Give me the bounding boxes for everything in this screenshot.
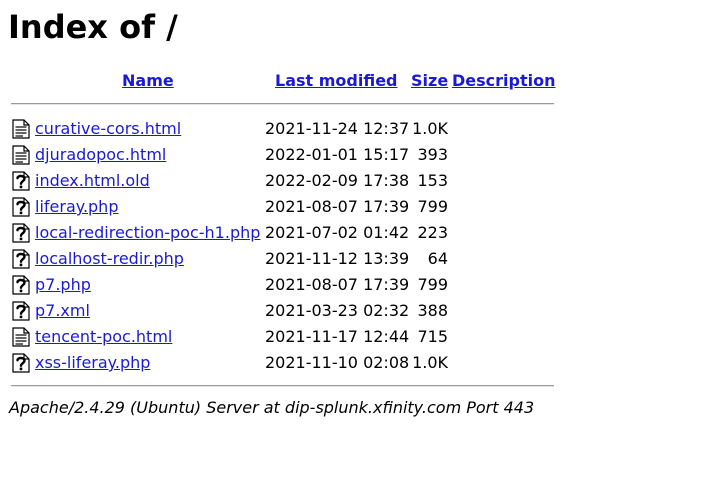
file-link[interactable]: localhost-redir.php: [35, 246, 184, 272]
sort-by-last-modified-link[interactable]: Last modified: [275, 71, 398, 90]
size-cell: 388: [417, 301, 448, 320]
text-file-icon: [11, 145, 31, 165]
header-size: Size: [411, 66, 448, 96]
last-modified-cell: 2022-01-01 15:17: [265, 145, 410, 164]
table-row: localhost-redir.php 2021-11-12 13:39 64: [8, 246, 558, 272]
unknown-file-icon: [11, 249, 31, 269]
file-link[interactable]: p7.xml: [35, 298, 90, 324]
header-divider: [11, 103, 554, 105]
file-link[interactable]: tencent-poc.html: [35, 324, 172, 350]
size-cell: 1.0K: [412, 119, 448, 138]
file-link[interactable]: p7.php: [35, 272, 91, 298]
table-row: tencent-poc.html 2021-11-17 12:44 715: [8, 324, 558, 350]
last-modified-cell: 2021-11-24 12:37: [265, 119, 410, 138]
table-row: liferay.php 2021-08-07 17:39 799: [8, 194, 558, 220]
file-link[interactable]: xss-liferay.php: [35, 350, 150, 376]
sort-by-name-link[interactable]: Name: [122, 71, 174, 90]
last-modified-cell: 2022-02-09 17:38: [265, 171, 410, 190]
table-row: djuradopoc.html 2022-01-01 15:17 393: [8, 142, 558, 168]
last-modified-cell: 2021-07-02 01:42: [265, 223, 410, 242]
last-modified-cell: 2021-11-17 12:44: [265, 327, 410, 346]
last-modified-cell: 2021-08-07 17:39: [265, 275, 410, 294]
size-cell: 715: [417, 327, 448, 346]
file-link[interactable]: index.html.old: [35, 168, 150, 194]
size-cell: 799: [417, 197, 448, 216]
header-last-modified: Last modified: [275, 66, 398, 96]
unknown-file-icon: [11, 353, 31, 373]
text-file-icon: [11, 119, 31, 139]
page-title: Index of /: [8, 8, 178, 46]
sort-by-description-link[interactable]: Description: [452, 71, 555, 90]
size-cell: 223: [417, 223, 448, 242]
last-modified-cell: 2021-08-07 17:39: [265, 197, 410, 216]
unknown-file-icon: [11, 223, 31, 243]
table-row: index.html.old 2022-02-09 17:38 153: [8, 168, 558, 194]
last-modified-cell: 2021-11-10 02:08: [265, 353, 410, 372]
table-row: p7.php 2021-08-07 17:39 799: [8, 272, 558, 298]
file-link[interactable]: curative-cors.html: [35, 116, 181, 142]
footer-divider: [11, 385, 554, 387]
header-name: Name: [122, 66, 174, 96]
unknown-file-icon: [11, 197, 31, 217]
unknown-file-icon: [11, 301, 31, 321]
file-link[interactable]: local-redirection-poc-h1.php: [35, 220, 260, 246]
table-row: p7.xml 2021-03-23 02:32 388: [8, 298, 558, 324]
unknown-file-icon: [11, 171, 31, 191]
size-cell: 393: [417, 145, 448, 164]
file-link[interactable]: liferay.php: [35, 194, 118, 220]
header-description: Description: [452, 66, 555, 96]
sort-by-size-link[interactable]: Size: [411, 71, 448, 90]
size-cell: 799: [417, 275, 448, 294]
table-row: curative-cors.html 2021-11-24 12:37 1.0K: [8, 116, 558, 142]
size-cell: 1.0K: [412, 353, 448, 372]
table-row: xss-liferay.php 2021-11-10 02:08 1.0K: [8, 350, 558, 376]
table-row: local-redirection-poc-h1.php 2021-07-02 0…: [8, 220, 558, 246]
unknown-file-icon: [11, 275, 31, 295]
size-cell: 64: [427, 249, 448, 268]
size-cell: 153: [417, 171, 448, 190]
file-link[interactable]: djuradopoc.html: [35, 142, 166, 168]
text-file-icon: [11, 327, 31, 347]
server-signature: Apache/2.4.29 (Ubuntu) Server at dip-spl…: [9, 398, 535, 417]
last-modified-cell: 2021-11-12 13:39: [265, 249, 410, 268]
last-modified-cell: 2021-03-23 02:32: [265, 301, 410, 320]
